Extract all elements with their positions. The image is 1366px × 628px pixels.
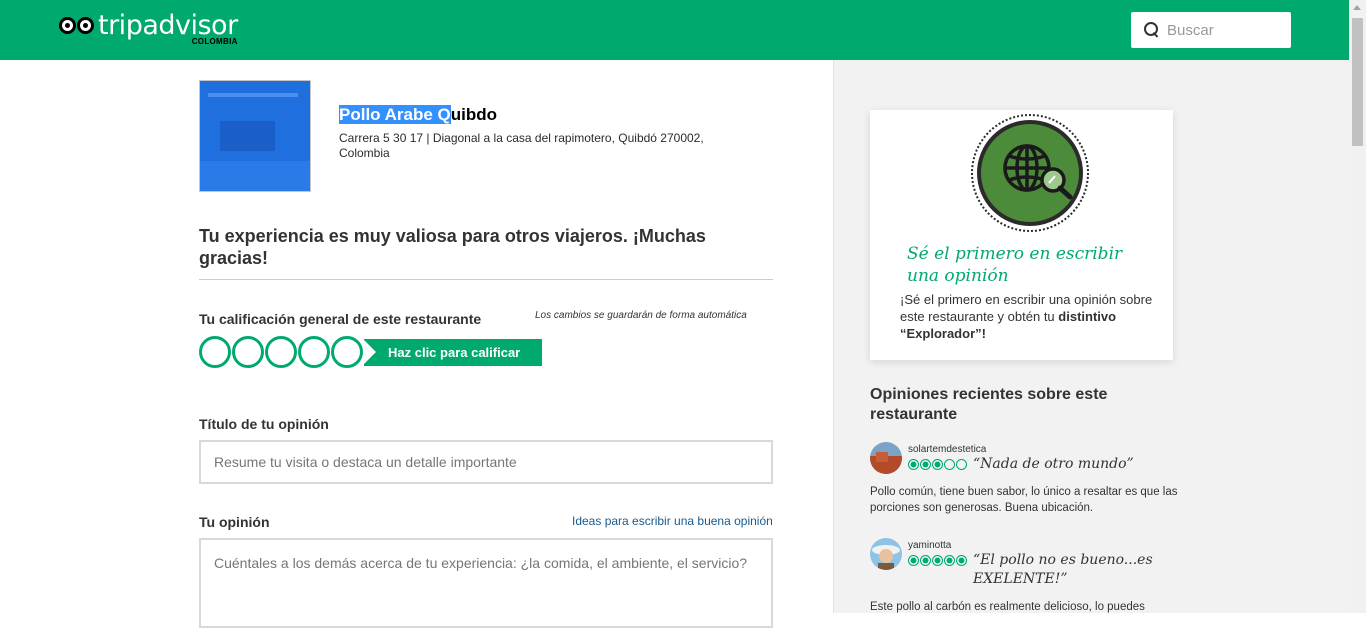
badge-text: ¡Sé el primero en escribir una opinión s… xyxy=(900,291,1160,342)
rating-label: Tu calificación general de este restaura… xyxy=(199,311,482,327)
rating-dot-filled xyxy=(932,459,943,470)
search-input[interactable]: Buscar xyxy=(1131,12,1291,48)
rating-bubble-4[interactable] xyxy=(298,336,330,368)
logo-wordmark: tripadvisor xyxy=(98,10,238,41)
owl-logo-icon xyxy=(58,15,96,39)
badge-title: Sé el primero en escribir una opinión xyxy=(907,244,1123,286)
search-icon xyxy=(1143,21,1161,39)
review-username[interactable]: solartemdestetica xyxy=(908,444,986,455)
scroll-up-arrow-icon[interactable] xyxy=(1353,5,1361,10)
rating-dot-empty xyxy=(944,459,955,470)
recent-reviews-title: Opiniones recientes sobre este restauran… xyxy=(870,386,1108,423)
restaurant-address: Carrera 5 30 17 | Diagonal a la casa del… xyxy=(339,131,704,160)
rating-bubble-1[interactable] xyxy=(199,336,231,368)
review-quote[interactable]: “El pollo no es bueno...es EXELENTE!” xyxy=(973,551,1173,589)
review-rating xyxy=(908,459,968,470)
rating-bubble-2[interactable] xyxy=(232,336,264,368)
rating-dot-filled xyxy=(920,555,931,566)
rating-dot-filled xyxy=(944,555,955,566)
rating-cta: Haz clic para calificar xyxy=(363,339,542,366)
scrollbar-thumb[interactable] xyxy=(1352,18,1363,146)
thanks-heading: Tu experiencia es muy valiosa para otros… xyxy=(199,226,706,268)
rating-dot-filled xyxy=(908,459,919,470)
review-title-input[interactable]: Resume tu visita o destaca un detalle im… xyxy=(199,440,773,484)
rating-dot-empty xyxy=(956,459,967,470)
restaurant-photo xyxy=(199,80,311,192)
page-scrollbar[interactable] xyxy=(1349,0,1366,613)
explorer-badge-card: Sé el primero en escribir una opinión ¡S… xyxy=(870,110,1173,360)
rating-dot-filled xyxy=(920,459,931,470)
avatar[interactable] xyxy=(870,538,902,570)
search-placeholder: Buscar xyxy=(1167,21,1214,39)
restaurant-name-rest: uibdo xyxy=(450,105,498,124)
tripadvisor-logo[interactable]: tripadvisor COLOMBIA xyxy=(58,12,238,46)
top-header: tripadvisor COLOMBIA Buscar xyxy=(0,0,1349,60)
restaurant-name[interactable]: Pollo Arabe Quibdo xyxy=(339,105,497,125)
review-rating xyxy=(908,555,968,566)
rating-bubble-3[interactable] xyxy=(265,336,297,368)
avatar[interactable] xyxy=(870,442,902,474)
review-text: Pollo común, tiene buen sabor, lo único … xyxy=(870,486,1178,514)
autosave-note: Los cambios se guardarán de forma automá… xyxy=(535,310,747,321)
rating-dot-filled xyxy=(908,555,919,566)
rating-dot-filled xyxy=(956,555,967,566)
review-body-textarea[interactable]: Cuéntales a los demás acerca de tu exper… xyxy=(199,538,773,628)
rating-bubbles xyxy=(199,336,364,368)
rating-dot-filled xyxy=(932,555,943,566)
review-username[interactable]: yaminotta xyxy=(908,540,951,551)
rating-bubble-5[interactable] xyxy=(331,336,363,368)
divider xyxy=(199,279,773,280)
review-label: Tu opinión xyxy=(199,514,270,530)
restaurant-name-selected: Pollo Arabe Q xyxy=(339,105,451,124)
review-tips-link[interactable]: Ideas para escribir una buena opinión xyxy=(572,514,773,528)
title-label: Título de tu opinión xyxy=(199,416,329,432)
review-quote[interactable]: “Nada de otro mundo” xyxy=(973,455,1173,474)
globe-magnifier-icon xyxy=(971,114,1089,232)
